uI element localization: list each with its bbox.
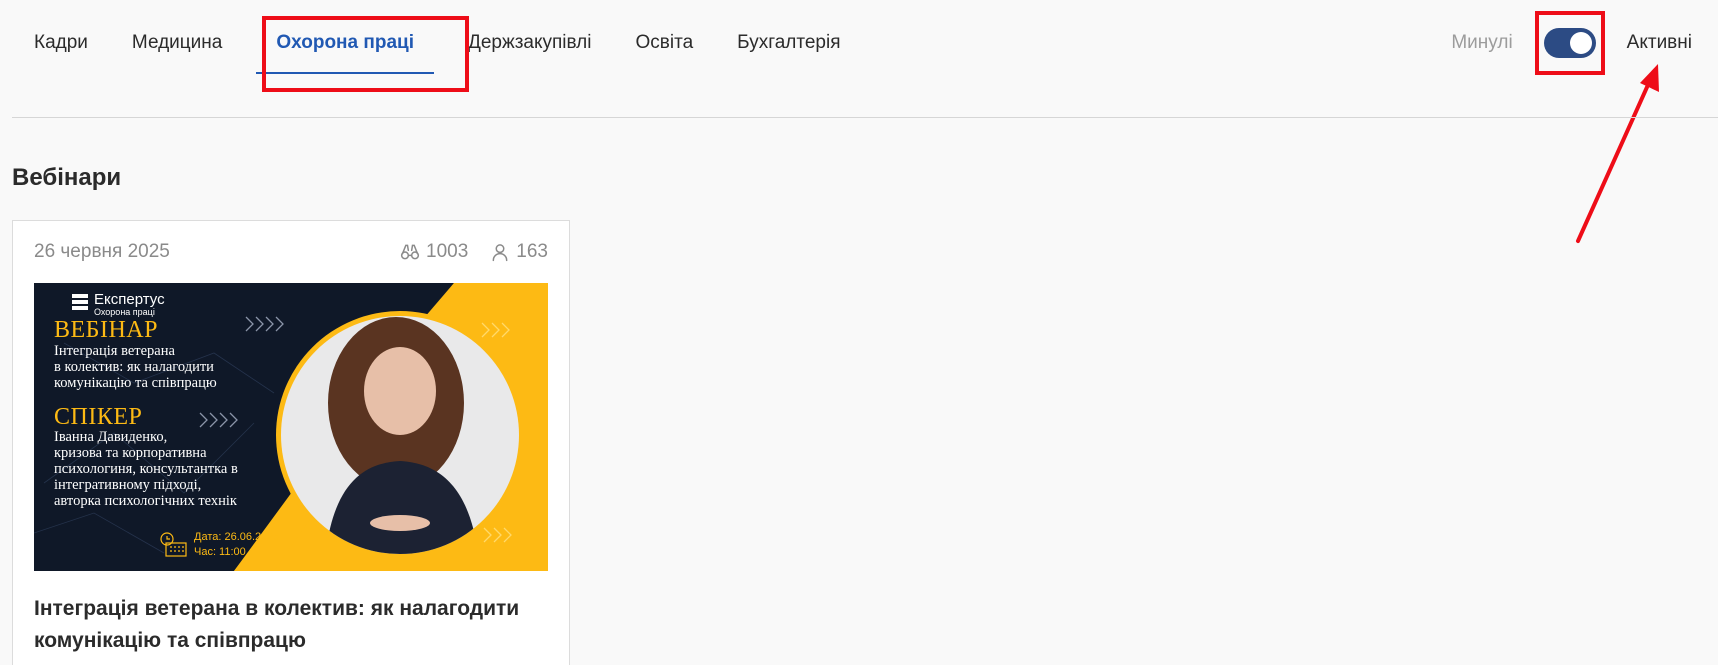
tab-okhorona-pratsi[interactable]: Охорона праці xyxy=(244,0,446,86)
banner-line: психологиня, консультантка в xyxy=(54,461,238,477)
banner-line: комунікацію та співпрацю xyxy=(54,375,217,391)
banner-line: Іванна Давиденко, xyxy=(54,429,168,445)
toggle-knob xyxy=(1569,32,1592,54)
webinar-card[interactable]: 26 червня 2025 1003 163 Експертус Охорон… xyxy=(12,220,570,665)
banner-speaker-text: Іванна Давиденко, кризова та корпоративн… xyxy=(54,429,294,509)
brand-sub: Охорона праці xyxy=(94,307,155,317)
tab-bukhhalteriia[interactable]: Бухгалтерія xyxy=(715,0,862,86)
banner-speaker-heading: СПІКЕР xyxy=(54,404,143,430)
brand-logo-icon xyxy=(72,294,88,312)
tab-medytsyna[interactable]: Медицина xyxy=(110,0,244,86)
webinar-title[interactable]: Інтеграція ветерана в колектив: як налаг… xyxy=(34,593,549,657)
banner-datetime: Дата: 26.06.2025 Час: 11:00 xyxy=(194,530,280,560)
past-label[interactable]: Минулі xyxy=(1451,32,1512,54)
banner-time: Час: 11:00 xyxy=(194,546,246,558)
banner-line: інтегративному підході, xyxy=(54,477,202,493)
webinar-banner[interactable]: Експертус Охорона праці ВЕБІНАР Інтеграц… xyxy=(34,283,548,571)
tab-derzhzakupivli[interactable]: Держзакупівлі xyxy=(446,0,614,86)
banner-line: кризова та корпоративна xyxy=(54,445,207,461)
user-icon xyxy=(492,244,508,262)
participants-count: 163 xyxy=(516,241,548,262)
calendar-clock-icon xyxy=(160,532,187,557)
active-label[interactable]: Активні xyxy=(1627,32,1692,54)
views-count: 1003 xyxy=(426,241,469,262)
banner-line: авторка психологічних технік xyxy=(54,493,237,509)
banner-brand: Експертус Охорона праці xyxy=(72,291,165,317)
banner-webinar-heading: ВЕБІНАР xyxy=(54,317,158,343)
card-stats: 1003 163 xyxy=(400,241,548,263)
card-meta: 26 червня 2025 1003 163 xyxy=(34,239,548,265)
nav-divider xyxy=(12,117,1718,118)
webinar-date: 26 червня 2025 xyxy=(34,241,170,262)
period-toggle-switch[interactable] xyxy=(1543,28,1596,58)
brand-name: Експертус xyxy=(94,291,165,308)
annotation-arrow-icon xyxy=(1576,64,1659,243)
views-stat: 1003 xyxy=(400,241,468,263)
tab-osvita[interactable]: Освіта xyxy=(613,0,715,86)
section-title: Вебінари xyxy=(12,164,122,191)
banner-line: в колектив: як налагодити xyxy=(54,359,214,375)
banner-webinar-text: Інтеграція ветерана в колектив: як налаг… xyxy=(54,343,284,391)
page: Кадри Медицина Охорона праці Держзакупів… xyxy=(0,0,1718,665)
banner-date: Дата: 26.06.2025 xyxy=(194,531,280,543)
participants-stat: 163 xyxy=(490,241,548,263)
category-tabs: Кадри Медицина Охорона праці Держзакупів… xyxy=(12,0,863,86)
binoculars-icon xyxy=(400,244,420,260)
banner-line: Інтеграція ветерана xyxy=(54,343,175,359)
tab-kadry[interactable]: Кадри xyxy=(12,0,110,86)
